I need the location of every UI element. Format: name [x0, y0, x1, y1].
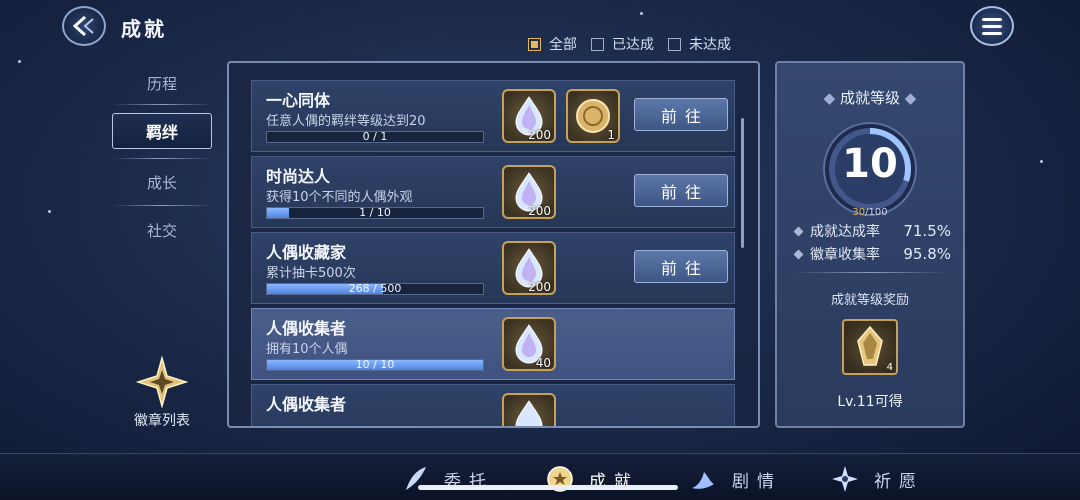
star-decoration — [640, 12, 643, 15]
filter-bar: 全部 已达成 未达成 — [528, 34, 731, 54]
tab-wish[interactable]: 祈愿 — [830, 464, 924, 494]
achievement-title: 一心同体 — [266, 91, 331, 110]
level-exp: 30/100 — [852, 207, 888, 218]
reward-count: 200 — [528, 128, 551, 142]
level-title: ◆ 成就等级 ◆ — [823, 89, 917, 107]
tab-story[interactable]: 剧情 — [688, 464, 782, 494]
go-button[interactable]: 前往 — [634, 98, 728, 131]
star-decoration — [48, 210, 51, 213]
reward-item[interactable]: 200 — [502, 241, 556, 295]
diamond-icon — [793, 249, 804, 259]
menu-icon — [982, 17, 1002, 21]
filter-label: 未达成 — [689, 37, 731, 53]
progress-text: 1 / 10 — [359, 206, 391, 219]
achievement-level-panel: ◆ 成就等级 ◆ 10 30/100 成就达成率 71.5% 徽章收集率 95.… — [775, 61, 965, 428]
reward-item[interactable]: 1 — [566, 89, 620, 143]
reward-item[interactable]: 200 — [502, 89, 556, 143]
filter-label: 已达成 — [612, 37, 654, 53]
checkbox-icon — [668, 37, 681, 51]
achievement-desc: 累计抽卡500次 — [266, 266, 356, 281]
page-title: 成就 — [121, 17, 167, 41]
reward-item[interactable]: 40 — [502, 317, 556, 371]
badge-star-icon[interactable] — [136, 356, 188, 408]
progress-bar: 268 / 500 — [266, 283, 484, 295]
crystal-drop-icon — [515, 400, 543, 426]
back-button[interactable] — [62, 6, 106, 46]
progress-bar: 0 / 1 — [266, 131, 484, 143]
achievement-desc: 拥有10个人偶 — [266, 342, 348, 357]
stat-badge-rate: 徽章收集率 95.8% — [793, 244, 951, 264]
nav-divider — [112, 104, 212, 105]
achievement-row: 人偶收集者 — [251, 384, 735, 426]
star-decoration — [18, 60, 21, 63]
progress-bar: 10 / 10 — [266, 359, 484, 371]
achievement-list[interactable]: 一心同体 任意人偶的羁绊等级达到20 0 / 1 200 1 前往 时尚达人 获… — [227, 61, 760, 428]
divider — [795, 272, 947, 273]
nav-item-bond[interactable]: 羁绊 — [112, 113, 212, 149]
go-button[interactable]: 前往 — [634, 250, 728, 283]
reward-count: 200 — [528, 204, 551, 218]
progress-bar: 1 / 10 — [266, 207, 484, 219]
reward-count: 1 — [607, 128, 615, 142]
level-number: 10 — [842, 141, 898, 187]
nav-item-social[interactable]: 社交 — [112, 220, 212, 241]
achievement-row: 一心同体 任意人偶的羁绊等级达到20 0 / 1 200 1 前往 — [251, 80, 735, 152]
achievement-title: 时尚达人 — [266, 167, 331, 186]
filter-all[interactable]: 全部 — [528, 34, 577, 54]
reward-count: 4 — [886, 362, 893, 373]
nav-item-history[interactable]: 历程 — [112, 73, 212, 94]
home-indicator — [418, 485, 678, 490]
achievement-desc: 获得10个不同的人偶外观 — [266, 190, 413, 205]
achievement-title: 人偶收集者 — [266, 395, 347, 414]
achievement-title: 人偶收藏家 — [266, 243, 347, 262]
level-reward-title: 成就等级奖励 — [830, 293, 909, 308]
back-arrow-icon — [72, 15, 94, 37]
sparkle-star-icon — [832, 466, 858, 492]
level-reward-label: Lv.11可得 — [837, 394, 903, 410]
achievement-row: 人偶收集者 拥有10个人偶 10 / 10 40 — [251, 308, 735, 380]
progress-text: 0 / 1 — [362, 130, 388, 143]
menu-button[interactable] — [970, 6, 1014, 46]
achievement-desc: 任意人偶的羁绊等级达到20 — [266, 114, 426, 129]
achievement-title: 人偶收集者 — [266, 319, 347, 338]
checkbox-icon — [528, 37, 541, 51]
scrollbar[interactable] — [741, 118, 744, 248]
nav-item-growth[interactable]: 成长 — [112, 172, 212, 193]
go-button[interactable]: 前往 — [634, 174, 728, 207]
reward-item[interactable] — [502, 393, 556, 426]
filter-completed[interactable]: 已达成 — [591, 34, 654, 54]
nav-divider — [112, 205, 212, 206]
reward-item[interactable]: 200 — [502, 165, 556, 219]
progress-text: 268 / 500 — [348, 282, 402, 295]
filter-incomplete[interactable]: 未达成 — [668, 34, 731, 54]
quill-wave-icon — [692, 472, 714, 489]
stat-completion-rate: 成就达成率 71.5% — [793, 221, 951, 241]
diamond-icon — [793, 226, 804, 236]
checkbox-icon — [591, 37, 604, 51]
progress-text: 10 / 10 — [355, 358, 395, 371]
filter-label: 全部 — [549, 37, 577, 53]
star-decoration — [1040, 160, 1043, 163]
reward-count: 200 — [528, 280, 551, 294]
reward-count: 40 — [535, 356, 551, 370]
achievement-row: 人偶收藏家 累计抽卡500次 268 / 500 200 前往 — [251, 232, 735, 304]
achievement-row: 时尚达人 获得10个不同的人偶外观 1 / 10 200 前往 — [251, 156, 735, 228]
nav-divider — [112, 158, 212, 159]
badge-list-label[interactable]: 徽章列表 — [126, 410, 198, 430]
level-reward-item[interactable]: 4 — [842, 319, 898, 375]
